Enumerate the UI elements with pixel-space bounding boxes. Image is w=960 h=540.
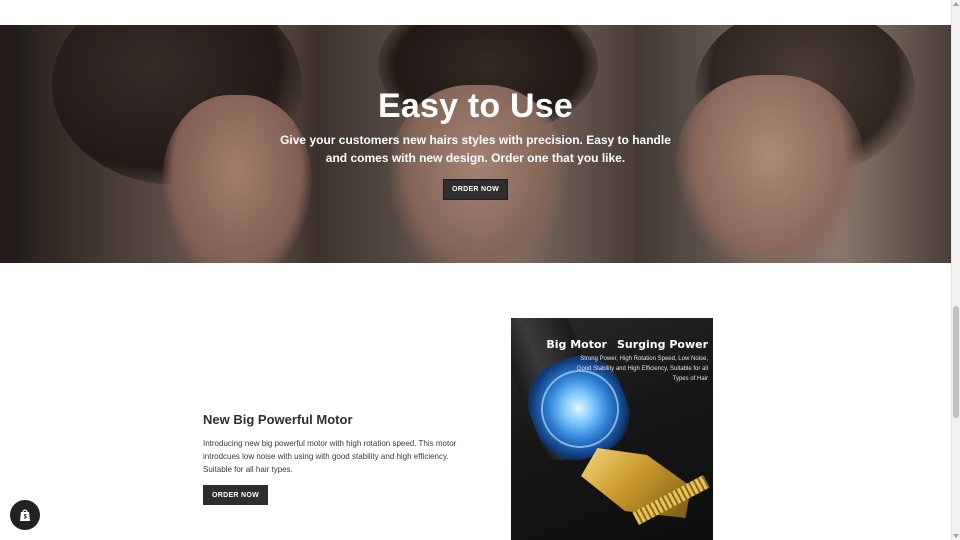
hero-title: Easy to Use: [378, 87, 573, 125]
top-header-strip: [0, 0, 951, 25]
vertical-scrollbar[interactable]: [951, 0, 960, 540]
trimmer-head: [581, 448, 691, 518]
scroll-up-arrow-icon[interactable]: [953, 2, 959, 6]
hero-subtitle: Give your customers new hairs styles wit…: [280, 133, 671, 165]
hero-banner: Easy to Use Give your customers new hair…: [0, 25, 951, 263]
product-image: Big Motor Surging Power Strong Power, Hig…: [511, 318, 713, 540]
product-image-description: Strong Power, High Rotation Speed, Low N…: [576, 356, 708, 382]
scrollbar-thumb[interactable]: [953, 306, 959, 418]
feature-description: Introducing new big powerful motor with …: [203, 439, 457, 474]
product-image-heading: Big Motor Surging Power: [546, 338, 708, 351]
hero-order-now-button[interactable]: ORDER NOW: [443, 179, 508, 200]
feature-order-now-button[interactable]: ORDER NOW: [203, 485, 268, 505]
shopify-bag-icon[interactable]: [10, 500, 40, 530]
bag-icon: [20, 509, 30, 521]
scroll-down-arrow-icon[interactable]: [953, 534, 959, 538]
feature-title: New Big Powerful Motor: [203, 412, 353, 427]
